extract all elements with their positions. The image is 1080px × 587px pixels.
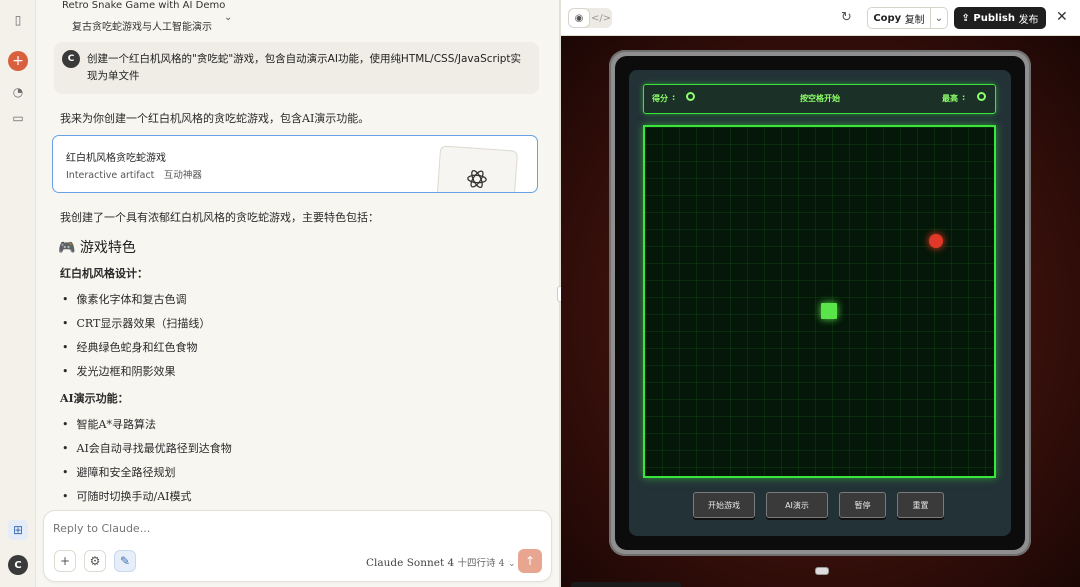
attach-button[interactable]: +: [54, 550, 76, 572]
score-spinner-icon: [686, 92, 695, 101]
refresh-icon[interactable]: ↻: [841, 10, 852, 25]
chats-icon[interactable]: ◔: [8, 82, 28, 102]
user-avatar[interactable]: C: [8, 555, 28, 575]
list-item: 像素化字体和复古色调: [62, 291, 187, 307]
reset-button[interactable]: 重置: [897, 492, 944, 518]
copy-label: Copy: [873, 12, 902, 24]
model-name: Claude Sonnet 4: [366, 557, 455, 569]
user-avatar: C: [62, 50, 80, 68]
resize-handle[interactable]: [815, 567, 829, 575]
close-icon[interactable]: ✕: [1056, 9, 1068, 25]
style-heading: 红白机风格设计：: [60, 267, 148, 280]
score-bar: 得分 : 按空格开始 最高 :: [643, 84, 996, 114]
chevron-down-icon[interactable]: ⌄: [224, 12, 232, 23]
artifact-panel: ◉ </> ↻ Copy 复制 ⌄ ⇪ Publish 发布 ✕ 得分 : 按空…: [561, 0, 1080, 587]
list-item: 避障和安全路径规划: [62, 464, 176, 480]
start-hint: 按空格开始: [800, 94, 840, 103]
copy-label-cn: 复制: [904, 14, 925, 26]
list-item: 发光边框和阴影效果: [62, 363, 176, 379]
chat-panel: Retro Snake Game with AI Demo 复古贪吃蛇游戏与人工…: [36, 0, 559, 587]
upload-icon: ⇪: [961, 12, 970, 24]
tools-icon[interactable]: ⚙: [84, 550, 106, 572]
features-heading: 🎮 游戏特色: [58, 240, 136, 256]
chevron-down-icon: ⌄: [507, 559, 516, 569]
artifact-thumbnail: [435, 145, 519, 192]
artifact-card[interactable]: 红白机风格贪吃蛇游戏 Interactive artifact 互动神器: [52, 135, 538, 193]
game-board[interactable]: [643, 125, 996, 478]
game-screen: 得分 : 按空格开始 最高 : 开始游戏 AI演示 暂停 重置: [629, 70, 1011, 536]
publish-label: Publish: [973, 12, 1015, 24]
list-item: 智能A*寻路算法: [62, 416, 156, 432]
ai-heading: AI演示功能：: [60, 392, 129, 405]
publish-button[interactable]: ⇪ Publish 发布: [954, 7, 1046, 29]
user-message-text: 创建一个红白机风格的"贪吃蛇"游戏，包含自动演示AI功能，使用纯HTML/CSS…: [87, 53, 522, 82]
chevron-down-icon[interactable]: ⌄: [930, 7, 948, 29]
food-pellet: [929, 234, 943, 248]
send-button[interactable]: ↑: [518, 549, 542, 573]
projects-icon[interactable]: ▭: [8, 108, 28, 128]
list-item: CRT显示器效果（扫描线）: [62, 315, 211, 331]
score-colon: :: [672, 93, 676, 102]
start-game-button[interactable]: 开始游戏: [693, 492, 755, 518]
style-icon[interactable]: ✎: [114, 550, 136, 572]
artifact-toolbar: ◉ </> ↻ Copy 复制 ⌄ ⇪ Publish 发布 ✕: [561, 0, 1080, 36]
list-item: 可随时切换手动/AI模式: [62, 488, 192, 504]
model-note: 十四行诗 4: [457, 558, 505, 569]
view-toggle: ◉ </>: [568, 8, 612, 28]
tv-bezel: 得分 : 按空格开始 最高 : 开始游戏 AI演示 暂停 重置: [615, 56, 1025, 550]
artifact-subtitle: Interactive artifact 互动神器: [66, 170, 202, 181]
artifact-title: 红白机风格贪吃蛇游戏: [66, 153, 166, 164]
publish-label-cn: 发布: [1018, 14, 1039, 26]
code-icon[interactable]: </>: [591, 9, 611, 27]
list-item: AI会自动寻找最优路径到达食物: [62, 440, 232, 456]
high-score-label: 最高: [942, 94, 958, 103]
tv-cabinet: 得分 : 按空格开始 最高 : 开始游戏 AI演示 暂停 重置: [609, 50, 1031, 556]
pause-button[interactable]: 暂停: [839, 492, 886, 518]
assistant-intro: 我来为你创建一个红白机风格的贪吃蛇游戏，包含AI演示功能。: [60, 112, 370, 125]
composer: + ⚙ ✎ Claude Sonnet 4 十四行诗 4 ⌄ ↑: [43, 510, 552, 582]
ai-demo-button[interactable]: AI演示: [766, 492, 828, 518]
sidebar-toggle-icon[interactable]: ▯: [8, 10, 28, 30]
game-stage: 得分 : 按空格开始 最高 : 开始游戏 AI演示 暂停 重置: [561, 36, 1080, 587]
scrollbar[interactable]: [571, 582, 681, 587]
snake-head: [821, 303, 837, 319]
model-selector[interactable]: Claude Sonnet 4 十四行诗 4 ⌄: [366, 555, 516, 569]
chat-subtitle: 复古贪吃蛇游戏与人工智能演示: [72, 22, 212, 33]
gift-icon[interactable]: ⊞: [8, 520, 28, 540]
copy-button[interactable]: Copy 复制: [867, 7, 931, 29]
atom-icon: [467, 169, 487, 189]
list-item: 经典绿色蛇身和红色食物: [62, 339, 198, 355]
high-score-colon: :: [962, 93, 966, 102]
reply-input[interactable]: [53, 522, 353, 535]
score-label: 得分: [652, 94, 668, 103]
chat-title[interactable]: Retro Snake Game with AI Demo: [62, 0, 225, 11]
user-message: C 创建一个红白机风格的"贪吃蛇"游戏，包含自动演示AI功能，使用纯HTML/C…: [54, 42, 539, 94]
left-rail: ▯ + ◔ ▭ ⊞ C: [0, 0, 36, 587]
new-chat-button[interactable]: +: [8, 51, 28, 71]
eye-icon[interactable]: ◉: [569, 9, 589, 27]
high-score-spinner-icon: [977, 92, 986, 101]
assistant-summary: 我创建了一个具有浓郁红白机风格的贪吃蛇游戏，主要特色包括：: [60, 211, 379, 224]
